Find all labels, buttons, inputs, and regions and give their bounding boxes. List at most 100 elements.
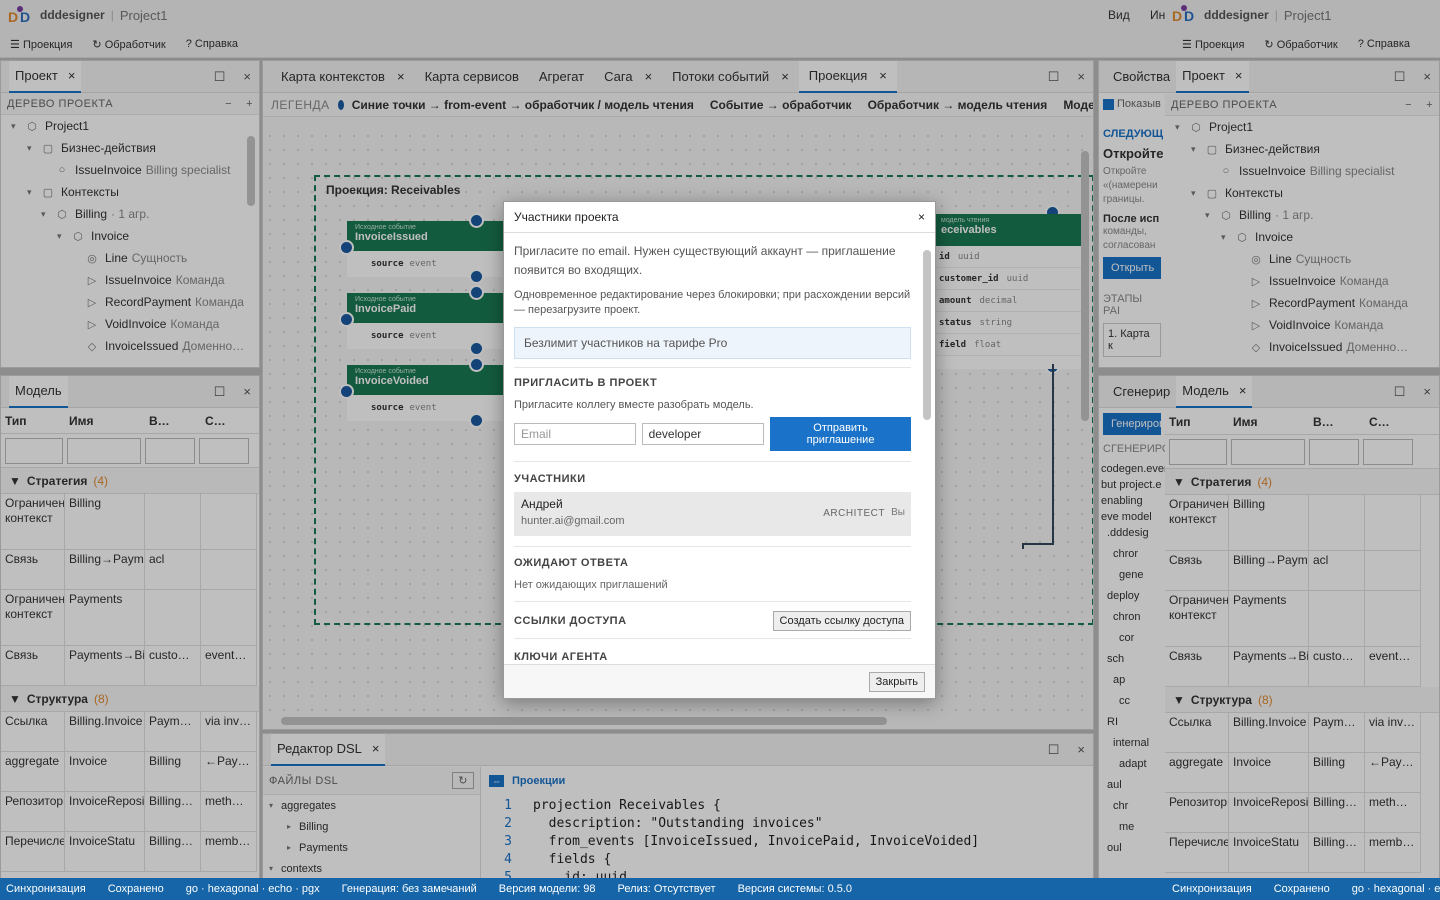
caret-icon[interactable]: ▾ [1191,144,1205,155]
group-header[interactable]: ▼ Стратегия (4) [1,468,259,494]
tree-item[interactable]: ▾ ⬡ Billing · 1 агр. [1,203,259,225]
table-row[interactable]: Ссылка Billing.Invoice Paym… via inv… [1,712,259,752]
tree-item[interactable]: ◇ InvoiceIssued Доменно… [1,335,259,357]
table-row[interactable]: СвязьPayments→Billingcusto…event… [1,646,259,686]
filter-input[interactable] [67,437,141,464]
checkbox-icon[interactable] [1103,98,1114,110]
group-header[interactable]: ▼ Стратегия (4) [1165,469,1439,495]
dsl-file-item[interactable]: ▸ Payments [269,837,480,858]
caret-icon[interactable]: ▾ [27,143,41,154]
close-icon[interactable]: × [879,68,887,83]
tree-item[interactable]: ◎ Line Сущность [1165,248,1439,270]
tab-center[interactable]: Сага × [594,61,662,93]
add-icon[interactable]: + [1426,99,1433,111]
table-row[interactable]: РепозиторийInvoiceRepositoryBilling…meth… [1165,793,1439,833]
menu-view[interactable]: Вид [1108,8,1130,22]
close-icon[interactable]: × [372,741,380,756]
generated-file-item[interactable]: chror [1099,548,1165,569]
close-icon[interactable]: × [397,69,405,84]
tree-item[interactable]: ▾ ⬡ Invoice [1,225,259,247]
maximize-icon[interactable]: ☐ [1048,742,1060,758]
close-icon[interactable]: × [1235,68,1243,83]
table-row[interactable]: ПеречислениеInvoiceStatuBilling…memb… [1165,833,1439,873]
maximize-icon[interactable]: ☐ [1394,69,1406,85]
filter-input[interactable] [1169,438,1227,465]
generated-file-item[interactable]: gene [1099,569,1165,590]
caret-icon[interactable]: ▾ [27,187,41,198]
table-row[interactable]: СвязьBilling→Paymentsacl [1,550,259,590]
filter-input[interactable] [145,437,195,464]
close-icon[interactable]: × [1239,383,1247,398]
close-icon[interactable]: × [1077,742,1085,758]
tree-item[interactable]: ▾ ▢ Бизнес-действия [1165,138,1439,160]
generate-button[interactable]: Генериров [1103,413,1165,435]
dsl-file-item[interactable]: ▸ Billing [269,816,480,837]
close-icon[interactable]: × [243,69,251,85]
generated-file-item[interactable]: deploy [1099,590,1165,611]
generated-file-item[interactable]: adapt [1099,758,1165,779]
close-icon[interactable]: × [1423,384,1431,400]
tree-item[interactable]: ◎ Line Сущность [1,247,259,269]
tab-center[interactable]: Проекция × [798,61,897,93]
maximize-icon[interactable]: ☐ [1394,384,1406,400]
caret-icon[interactable]: ▾ [1175,122,1189,133]
canvas-hscroll[interactable] [281,717,887,725]
caret-icon[interactable]: ▾ [1191,188,1205,199]
table-row[interactable]: Ограниченный контекстPayments [1,590,259,646]
column-header[interactable]: В… [1309,415,1365,429]
caret-icon[interactable]: ▾ [1221,232,1235,243]
column-header[interactable]: С… [201,414,257,428]
tab-center[interactable]: Карта сервисов [415,61,529,93]
create-link-button[interactable]: Создать ссылку доступа [772,611,911,631]
tab-project[interactable]: Проект × [9,61,82,93]
menu-tools[interactable]: Ин [1150,8,1165,22]
generated-file-item[interactable]: chr [1099,800,1165,821]
filter-input[interactable] [1231,438,1305,465]
help-button[interactable]: ? Справка [1358,38,1410,50]
tab-center[interactable]: Агрегат [529,61,594,93]
tab-dsl[interactable]: Редактор DSL × [271,734,386,766]
generated-file-item[interactable]: internal [1099,737,1165,758]
email-input[interactable]: Email [514,423,636,445]
project-name[interactable]: Project1 [120,8,168,23]
generated-file-item[interactable]: .dddesig [1099,527,1165,548]
dsl-file-item[interactable]: ▾ contexts [269,858,480,879]
generated-file-item[interactable]: me [1099,821,1165,842]
close-icon[interactable]: × [1077,69,1085,85]
canvas-vscroll[interactable] [1081,151,1089,421]
table-row[interactable]: aggregate Invoice Billing ←Pay… [1,752,259,792]
tab-center[interactable]: Потоки событий × [662,61,799,93]
tab-properties[interactable]: Свойства [1107,61,1176,93]
tab-model[interactable]: Модель × [1176,376,1253,408]
handler-button[interactable]: ↻ Обработчик [92,38,165,51]
code-editor[interactable]: 1 projection Receivables {2 description: … [483,798,1093,879]
tab-projections[interactable]: Проекции [512,775,565,787]
generated-file-item[interactable]: RI [1099,716,1165,737]
tree-item[interactable]: ▾ ▢ Бизнес-действия [1,137,259,159]
generated-file-item[interactable]: ap [1099,674,1165,695]
table-row[interactable]: aggregate Invoice Billing ←Pay… [1165,753,1439,793]
maximize-icon[interactable]: ☐ [214,69,226,85]
dsl-file-item[interactable]: ▾ aggregates [269,795,480,816]
project-name[interactable]: Project1 [1284,8,1332,23]
close-icon[interactable]: × [918,210,925,224]
open-button[interactable]: Открыть [1103,257,1161,279]
tree-item[interactable]: ◇ InvoiceIssued Доменно… [1165,336,1439,358]
generated-file-item[interactable]: cor [1099,632,1165,653]
tree-item[interactable]: ▾ ⬡ Project1 [1,115,259,137]
caret-icon[interactable]: ▾ [11,121,25,132]
table-row[interactable]: РепозиторийInvoiceRepositoryBilling…meth… [1,792,259,832]
table-row[interactable]: СвязьPayments→Billingcusto…event… [1165,647,1439,687]
close-icon[interactable]: × [1423,69,1431,85]
tree-item[interactable]: ▾ ▢ Контексты [1165,182,1439,204]
generated-file-item[interactable]: sch [1099,653,1165,674]
modal-scrollbar[interactable] [923,250,931,420]
role-select[interactable]: developer [641,423,765,445]
column-header[interactable]: С… [1365,415,1421,429]
filter-input[interactable] [1363,438,1413,465]
table-row[interactable]: СвязьBilling→Paymentsacl [1165,551,1439,591]
column-header[interactable]: Тип [1165,415,1229,429]
tree-item[interactable]: ▾ ⬡ Project1 [1165,116,1439,138]
tree-item[interactable]: ▷ RecordPayment Команда [1,291,259,313]
tree-item[interactable]: ▾ ⬡ Invoice [1165,226,1439,248]
